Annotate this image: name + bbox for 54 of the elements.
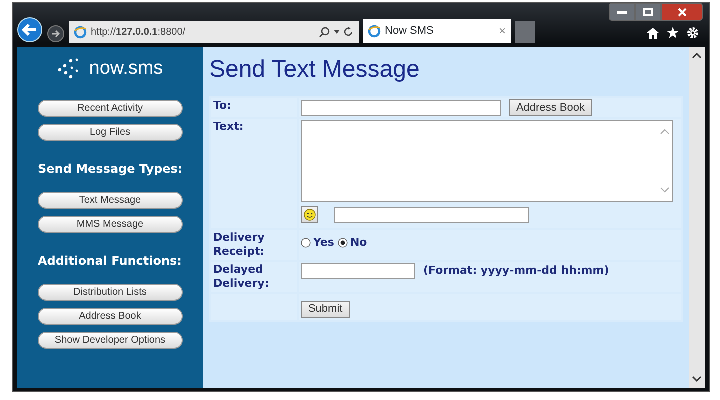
nav-button[interactable]: Distribution Lists [38, 284, 183, 300]
date-field[interactable] [301, 263, 416, 279]
radio-button[interactable] [338, 238, 348, 248]
section-heading: Send Message Types: [38, 160, 183, 178]
back-button[interactable] [17, 17, 43, 43]
url-text: http://127.0.0.1:8800/ [91, 26, 187, 40]
browser-logo-icon [74, 26, 87, 38]
logo-text: now.sms [89, 57, 164, 81]
emoji-button[interactable] [301, 206, 318, 223]
home-icon[interactable] [647, 28, 659, 38]
radio-button[interactable] [301, 238, 312, 248]
tab-close-button[interactable]: × [498, 22, 506, 40]
maximize-icon [643, 8, 653, 16]
address-book-button[interactable]: Address Book [509, 99, 592, 116]
recipient-field[interactable] [301, 100, 502, 116]
radio-label: Yes [313, 234, 334, 251]
nav-button[interactable]: Address Book [38, 308, 183, 324]
caret-icon[interactable] [334, 30, 340, 34]
minimize-button[interactable] [609, 3, 635, 21]
smiley-icon [304, 208, 316, 220]
star-icon[interactable] [667, 27, 679, 39]
close-button[interactable] [661, 3, 703, 21]
tab-title: Now SMS [385, 24, 435, 39]
page-title: Send Text Message [209, 55, 421, 85]
refresh-icon[interactable] [344, 26, 354, 38]
submit-button[interactable]: Submit [301, 300, 350, 318]
radio-label: No [350, 234, 368, 251]
field-label: Delivery Receipt: [211, 230, 298, 260]
field-label: Delayed Delivery: [211, 262, 298, 292]
nav-button[interactable]: Recent Activity [38, 100, 183, 116]
maximize-button[interactable] [635, 3, 661, 21]
nav-button[interactable]: Log Files [38, 124, 183, 140]
field-label: To: [211, 98, 298, 117]
address-bar[interactable]: http://127.0.0.1:8800/ [69, 21, 359, 43]
scroll-up-icon [660, 129, 670, 135]
format-hint: (Format: yyyy-mm-dd hh:mm) [423, 264, 610, 278]
minimize-icon [617, 10, 627, 14]
forward-button[interactable] [47, 25, 65, 43]
message-text-area[interactable] [301, 120, 674, 202]
nav-button[interactable]: Text Message [38, 192, 183, 208]
nav-button[interactable]: MMS Message [38, 216, 183, 232]
search-icon[interactable] [319, 26, 330, 38]
section-heading: Additional Functions: [38, 252, 182, 270]
scroll-down-icon [660, 187, 670, 193]
browser-tab[interactable]: Now SMS × [363, 19, 511, 43]
settings-icon[interactable] [687, 27, 699, 39]
nav-button[interactable]: Show Developer Options [38, 332, 183, 348]
field-label: Text: [211, 119, 298, 228]
close-icon [678, 8, 686, 16]
emoji-field[interactable] [334, 207, 530, 223]
browser-logo-icon [368, 24, 381, 38]
scroll-up-icon[interactable] [692, 53, 702, 59]
scroll-down-icon[interactable] [692, 376, 702, 382]
scrollbar[interactable] [689, 47, 705, 388]
